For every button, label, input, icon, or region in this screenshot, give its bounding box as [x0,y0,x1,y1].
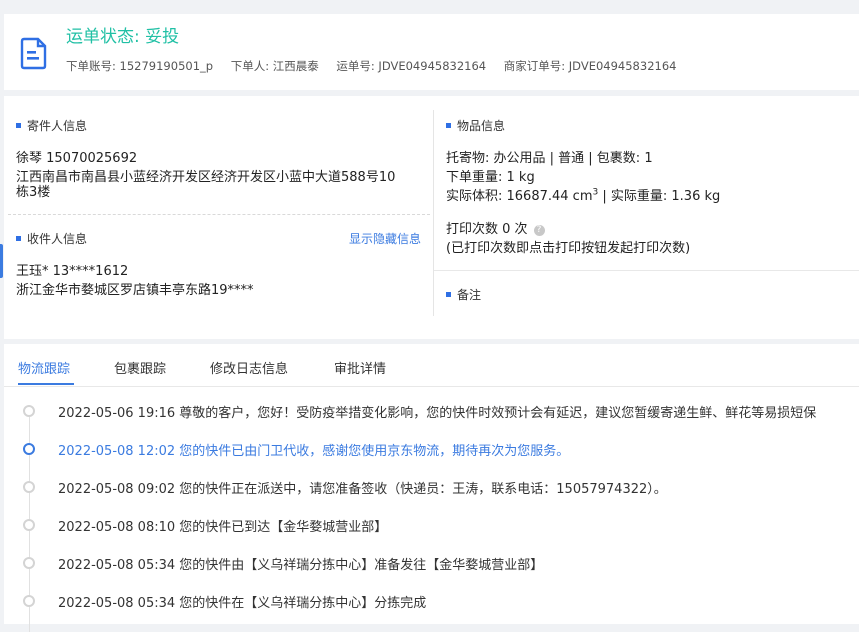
tab-package-tracking[interactable]: 包裹跟踪 [114,358,166,377]
tracking-event: 2022-05-08 09:02 您的快件正在派送中，请您准备签收（快递员：王涛… [58,482,667,497]
circle-icon [23,443,35,455]
tracking-card: 物流跟踪 包裹跟踪 修改日志信息 审批详情 2022-05-06 19:16 尊… [4,344,859,632]
tab-change-log[interactable]: 修改日志信息 [210,358,288,377]
tab-logistics-tracking[interactable]: 物流跟踪 [18,358,70,377]
section-divider [8,214,430,215]
actual-volume-weight: 实际体积: 16687.44 cm3 | 实际重量: 1.36 kg [446,185,720,204]
sender-address-line1: 江西南昌市南昌县小蓝经济开发区经济开发区小蓝中大道588号10 [16,170,396,185]
actual-volume: 实际体积: 16687.44 cm [446,189,593,204]
receiver-section-title: 收件人信息 [16,230,87,247]
side-drawer-handle[interactable] [0,244,3,278]
sender-address-line2: 栋3楼 [16,185,51,200]
waybill-number: 运单号: JDVE04945832164 [336,59,487,73]
circle-icon [23,557,35,569]
sender-section-title: 寄件人信息 [16,117,87,134]
timeline-node [22,442,36,456]
circle-icon [23,519,35,531]
tracking-event: 2022-05-08 08:10 您的快件已到达【金华婺城营业部】 [58,520,388,535]
tracking-event: 2022-05-08 05:34 您的快件由【义乌祥瑞分拣中心】准备发往【金华婺… [58,558,544,573]
timeline-node [22,404,36,418]
receiver-name-phone: 王珏* 13****1612 [16,264,129,279]
order-weight: 下单重量: 1 kg [446,170,535,185]
document-icon [20,37,47,70]
timeline-node [22,556,36,570]
receiver-address: 浙江金华市婺城区罗店镇丰亭东路19**** [16,283,254,298]
waybill-meta: 下单账号: 15279190501_p 下单人: 江西晨泰 运单号: JDVE0… [66,58,690,74]
active-tab-indicator [18,383,74,385]
print-count-row: 打印次数 0 次? [446,218,545,237]
print-count-hint: (已打印次数即点击打印按钮发起打印次数) [446,241,691,256]
order-account: 下单账号: 15279190501_p [66,59,214,73]
tracking-event: 2022-05-08 12:02 您的快件已由门卫代收，感谢您使用京东物流，期待… [58,444,570,459]
waybill-header-card: 运单状态: 妥投 下单账号: 15279190501_p 下单人: 江西晨泰 运… [4,14,859,90]
actual-weight: | 实际重量: 1.36 kg [598,189,721,204]
timeline-node [22,594,36,608]
circle-icon [23,405,35,417]
circle-icon [23,595,35,607]
goods-section-title: 物品信息 [446,117,505,134]
column-divider [433,110,434,316]
goods-summary: 托寄物: 办公用品 | 普通 | 包裹数: 1 [446,151,653,166]
print-count: 打印次数 0 次 [446,222,528,237]
waybill-status: 运单状态: 妥投 [66,27,180,47]
timeline-node [22,518,36,532]
goods-divider [434,270,859,271]
sender-name-phone: 徐琴 15070025692 [16,151,138,166]
show-hidden-info-link[interactable]: 显示隐藏信息 [349,230,421,247]
question-circle-icon[interactable]: ? [533,225,545,236]
timeline-node [22,480,36,494]
circle-icon [23,481,35,493]
orderer: 下单人: 江西晨泰 [230,59,319,73]
remark-section-title: 备注 [446,286,481,303]
shipment-info-card: 寄件人信息 徐琴 15070025692 江西南昌市南昌县小蓝经济开发区经济开发… [4,96,859,339]
tracking-tabs: 物流跟踪 包裹跟踪 修改日志信息 审批详情 [4,344,859,387]
tab-approval-details[interactable]: 审批详情 [334,358,386,377]
tracking-event: 2022-05-06 19:16 尊敬的客户，您好！受防疫举措变化影响，您的快件… [58,406,817,421]
tracking-event: 2022-05-08 05:34 您的快件在【义乌祥瑞分拣中心】分拣完成 [58,596,427,611]
merchant-order-number: 商家订单号: JDVE04945832164 [503,59,677,73]
